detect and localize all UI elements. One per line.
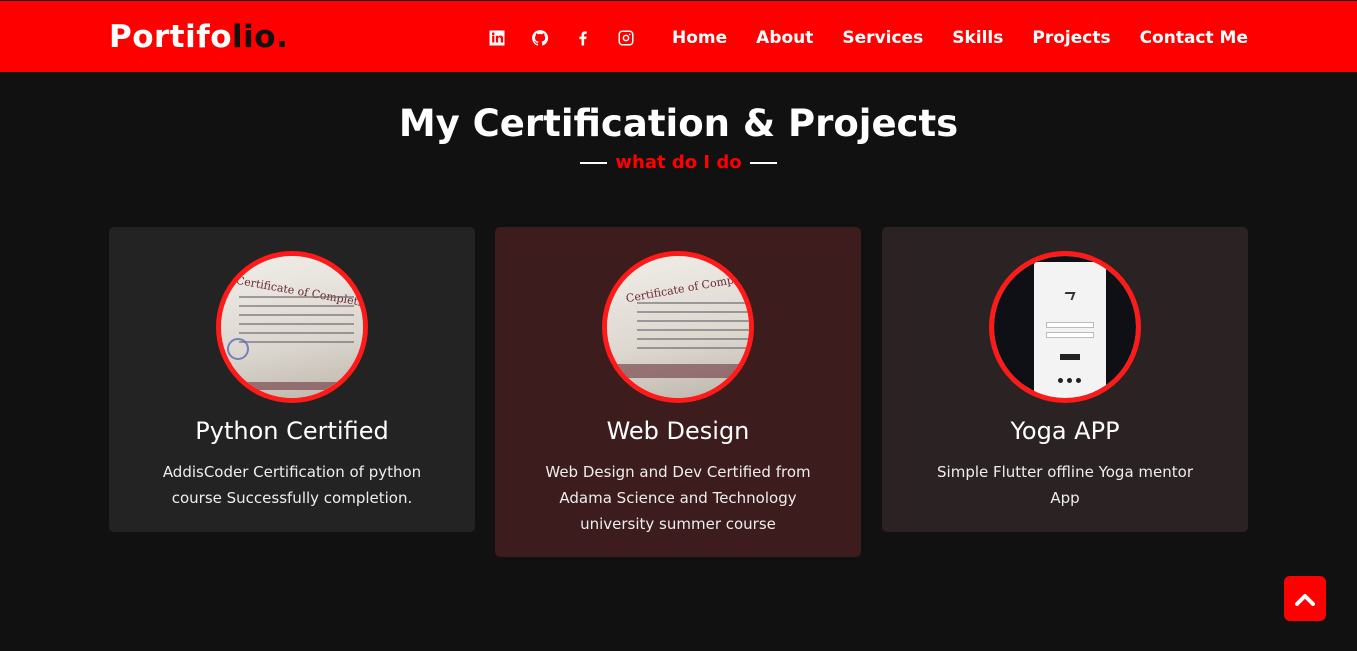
github-icon[interactable] — [531, 24, 574, 52]
facebook-icon[interactable] — [574, 24, 617, 52]
instagram-icon[interactable] — [617, 24, 660, 52]
subtitle-line-right — [749, 162, 777, 164]
section-title: My Certification & Projects — [398, 102, 959, 145]
app-screenshot-image — [989, 251, 1141, 403]
card-description: AddisCoder Certification of python cours… — [162, 463, 422, 507]
nav-skills[interactable]: Skills — [952, 24, 1003, 52]
linkedin-icon[interactable] — [488, 24, 531, 52]
card-title: Yoga APP — [1010, 417, 1120, 445]
main-menu: Home About Services Skills Projects Cont… — [672, 24, 1248, 52]
card-web-design[interactable]: Certificate of Completion Web Design Web… — [495, 227, 861, 557]
card-description: Simple Flutter offline Yoga mentor App — [937, 463, 1193, 507]
section-subtitle: what do I do — [0, 150, 1357, 176]
nav-right: Home About Services Skills Projects Cont… — [488, 24, 1248, 52]
card-title: Python Certified — [195, 417, 389, 445]
certificate-image: Certificate of Completion — [216, 251, 368, 403]
card-python-certified[interactable]: Certificate of Completion Python Certifi… — [109, 227, 475, 532]
navbar: Portifolio. Home About Services Skills P… — [0, 1, 1357, 72]
logo-part2: lio. — [232, 19, 289, 55]
logo-part1: Portifo — [109, 19, 233, 55]
nav-projects[interactable]: Projects — [1032, 24, 1110, 52]
subtitle-line-left — [580, 162, 608, 164]
card-yoga-app[interactable]: Yoga APP Simple Flutter offline Yoga men… — [882, 227, 1248, 532]
nav-contact[interactable]: Contact Me — [1140, 24, 1248, 52]
certificate-image: Certificate of Completion — [602, 251, 754, 403]
social-links — [488, 24, 660, 52]
subtitle-text: what do I do — [615, 152, 742, 173]
logo[interactable]: Portifolio. — [109, 18, 288, 56]
nav-services[interactable]: Services — [842, 24, 923, 52]
nav-about[interactable]: About — [756, 24, 813, 52]
scroll-to-top-button[interactable] — [1284, 576, 1326, 621]
chevron-up-icon — [1295, 593, 1315, 606]
nav-home[interactable]: Home — [672, 24, 727, 52]
card-title: Web Design — [606, 417, 750, 445]
card-description: Web Design and Dev Certified from Adama … — [545, 463, 811, 533]
